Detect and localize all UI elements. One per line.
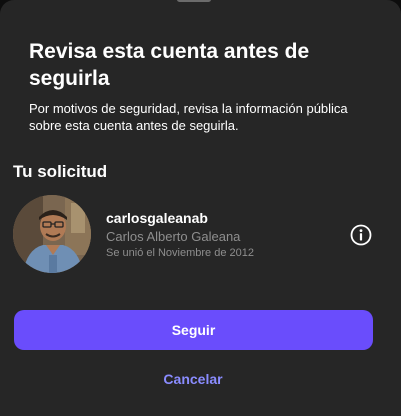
account-joined-date: Se unió el Noviembre de 2012 xyxy=(106,247,254,259)
cancel-button[interactable]: Cancelar xyxy=(150,368,236,390)
account-username: carlosgaleanab xyxy=(106,210,208,226)
dialog-title: Revisa esta cuenta antes de seguirla xyxy=(29,40,310,90)
info-circle-icon xyxy=(350,224,372,246)
avatar[interactable] xyxy=(13,195,91,273)
request-heading: Tu solicitud xyxy=(13,162,108,181)
dialog-subtitle: Por motivos de seguridad, revisa la info… xyxy=(29,101,348,133)
review-account-sheet: Revisa esta cuenta antes de seguirla Por… xyxy=(0,0,401,416)
info-button[interactable] xyxy=(350,224,372,246)
account-full-name: Carlos Alberto Galeana xyxy=(106,229,241,244)
sheet-grabber[interactable] xyxy=(177,0,211,2)
avatar-photo xyxy=(13,195,91,273)
follow-button[interactable]: Seguir xyxy=(14,310,373,350)
